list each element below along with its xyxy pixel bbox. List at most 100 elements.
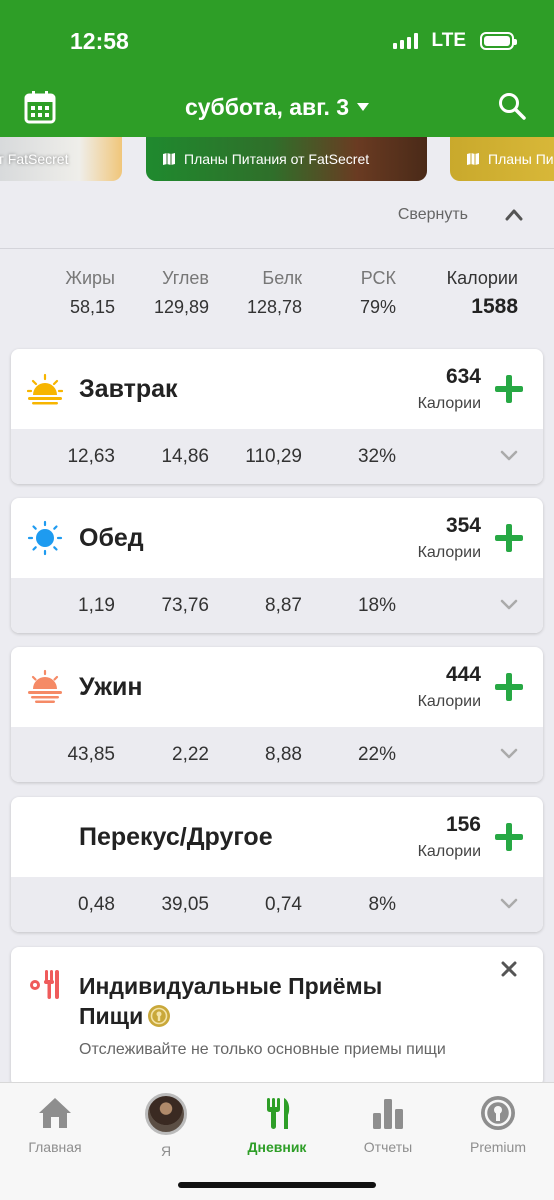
- tab-label: Главная: [28, 1139, 82, 1155]
- meal-rdi: 18%: [357, 595, 396, 616]
- map-icon: [163, 153, 175, 165]
- custom-meals-promo[interactable]: Индивидуальные Приёмы Пищи Отслеживайте …: [11, 947, 543, 1087]
- tab-reports[interactable]: Отчеты: [333, 1093, 443, 1155]
- meal-carbs: 14,86: [161, 446, 209, 467]
- tab-label: Дневник: [247, 1139, 307, 1155]
- meal-nutrients[interactable]: 1,19 73,76 8,87 18%: [11, 578, 543, 633]
- search-icon[interactable]: [498, 92, 526, 120]
- chevron-down-icon[interactable]: [499, 449, 519, 463]
- meal-rdi: 8%: [368, 894, 396, 915]
- totals-label: РСК: [360, 268, 396, 288]
- meal-fat: 0,48: [78, 894, 115, 915]
- chevron-down-icon[interactable]: [499, 598, 519, 612]
- meal-nutrients[interactable]: 0,48 39,05 0,74 8%: [11, 877, 543, 932]
- meal-calories: 156: [445, 813, 481, 836]
- tab-me[interactable]: Я: [111, 1093, 221, 1159]
- date-selector[interactable]: суббота, авг. 3: [0, 94, 554, 121]
- chevron-down-icon[interactable]: [499, 897, 519, 911]
- totals-label: Углев: [162, 268, 209, 288]
- totals-carbs: Углев 129,89: [154, 268, 209, 318]
- banner-label: Планы Пи: [488, 151, 554, 167]
- add-food-button[interactable]: [493, 671, 525, 703]
- home-indicator: [178, 1182, 376, 1188]
- tab-home[interactable]: Главная: [0, 1093, 110, 1155]
- totals-fat: Жиры 58,15: [65, 268, 115, 318]
- meal-fat: 43,85: [67, 744, 115, 765]
- chevron-up-icon: [505, 209, 523, 221]
- status-indicators: LTE: [392, 30, 517, 52]
- tab-label: Отчеты: [363, 1139, 413, 1155]
- meal-calories: 634: [445, 365, 481, 388]
- meal-rdi: 22%: [357, 744, 396, 765]
- meal-calories-label: Калории: [417, 544, 481, 561]
- meal-name: Обед: [79, 524, 144, 552]
- meal-header[interactable]: Перекус/Другое 156 Калории: [11, 797, 543, 877]
- signal-icon: [392, 33, 418, 49]
- meal-carbs: 2,22: [172, 744, 209, 765]
- meal-carbs: 73,76: [161, 595, 209, 616]
- daily-totals: Жиры 58,15 Углев 129,89 Белк 128,78 РСК …: [0, 268, 554, 332]
- meal-nutrients[interactable]: 12,63 14,86 110,29 32%: [11, 429, 543, 484]
- meal-header[interactable]: Завтрак 634 Калории: [11, 349, 543, 429]
- meal-name: Перекус/Другое: [79, 823, 273, 851]
- meal-plan-banners: от FatSecret Планы Питания от FatSecret …: [0, 137, 554, 185]
- sun-icon: [27, 520, 63, 556]
- meal-calories: 354: [445, 514, 481, 537]
- meal-calories: 444: [445, 663, 481, 686]
- meal-carbs: 39,05: [161, 894, 209, 915]
- meal-header[interactable]: Обед 354 Калории: [11, 498, 543, 578]
- home-icon: [39, 1098, 71, 1128]
- collapse-toggle[interactable]: Свернуть: [0, 200, 554, 230]
- meal-name: Ужин: [79, 673, 143, 701]
- banner-label: от FatSecret: [0, 151, 69, 167]
- meal-protein: 8,87: [265, 595, 302, 616]
- banner-card[interactable]: Планы Пи: [450, 137, 554, 181]
- tab-premium[interactable]: Premium: [443, 1093, 553, 1155]
- sunset-icon: [28, 669, 62, 703]
- banner-label: Планы Питания от FatSecret: [184, 151, 370, 167]
- meal-card-snack[interactable]: Перекус/Другое 156 Калории 0,48 39,05 0,…: [11, 797, 543, 932]
- meal-header[interactable]: Ужин 444 Калории: [11, 647, 543, 727]
- meal-protein: 110,29: [245, 446, 302, 467]
- close-icon[interactable]: [501, 961, 517, 977]
- meal-calories-label: Калории: [417, 395, 481, 412]
- add-food-button[interactable]: [493, 821, 525, 853]
- meal-rdi: 32%: [357, 446, 396, 467]
- totals-label: Белк: [262, 268, 302, 288]
- tab-diary[interactable]: Дневник: [222, 1093, 332, 1155]
- totals-value: 128,78: [246, 297, 302, 317]
- network-type: LTE: [431, 30, 466, 51]
- meal-card-lunch[interactable]: Обед 354 Калории 1,19 73,76 8,87 18%: [11, 498, 543, 633]
- totals-label: Калории: [446, 268, 518, 288]
- sunrise-icon: [27, 373, 63, 405]
- custom-meals-icon: [30, 970, 59, 999]
- app-header: 12:58 LTE суббота, авг. 3: [0, 0, 554, 137]
- promo-subtitle: Отслеживайте не только основные приемы п…: [79, 1041, 446, 1058]
- add-food-button[interactable]: [493, 373, 525, 405]
- totals-calories: Калории 1588: [447, 268, 518, 319]
- divider: [0, 248, 554, 249]
- caret-down-icon: [357, 102, 370, 111]
- promo-title: Индивидуальные Приёмы Пищи: [79, 971, 439, 1031]
- add-food-button[interactable]: [493, 522, 525, 554]
- meal-fat: 12,63: [67, 446, 115, 467]
- map-icon: [467, 153, 479, 165]
- moon-icon: [38, 827, 49, 849]
- totals-label: Жиры: [65, 268, 115, 288]
- premium-badge-icon: [481, 1096, 515, 1130]
- banner-card[interactable]: от FatSecret: [0, 137, 122, 181]
- battery-icon: [480, 32, 517, 50]
- status-time: 12:58: [70, 28, 129, 54]
- meal-card-breakfast[interactable]: Завтрак 634 Калории 12,63 14,86 110,29 3…: [11, 349, 543, 484]
- collapse-label: Свернуть: [397, 206, 468, 223]
- meal-nutrients[interactable]: 43,85 2,22 8,88 22%: [11, 727, 543, 782]
- banner-card[interactable]: Планы Питания от FatSecret: [146, 137, 427, 181]
- promo-title-text: Индивидуальные Приёмы Пищи: [79, 973, 383, 1029]
- meal-calories-label: Калории: [417, 693, 481, 710]
- totals-rdi: РСК 79%: [360, 268, 396, 318]
- meal-protein: 8,88: [265, 744, 302, 765]
- tab-label: Premium: [469, 1139, 526, 1155]
- totals-value: 129,89: [153, 297, 209, 317]
- meal-card-dinner[interactable]: Ужин 444 Калории 43,85 2,22 8,88 22%: [11, 647, 543, 782]
- chevron-down-icon[interactable]: [499, 747, 519, 761]
